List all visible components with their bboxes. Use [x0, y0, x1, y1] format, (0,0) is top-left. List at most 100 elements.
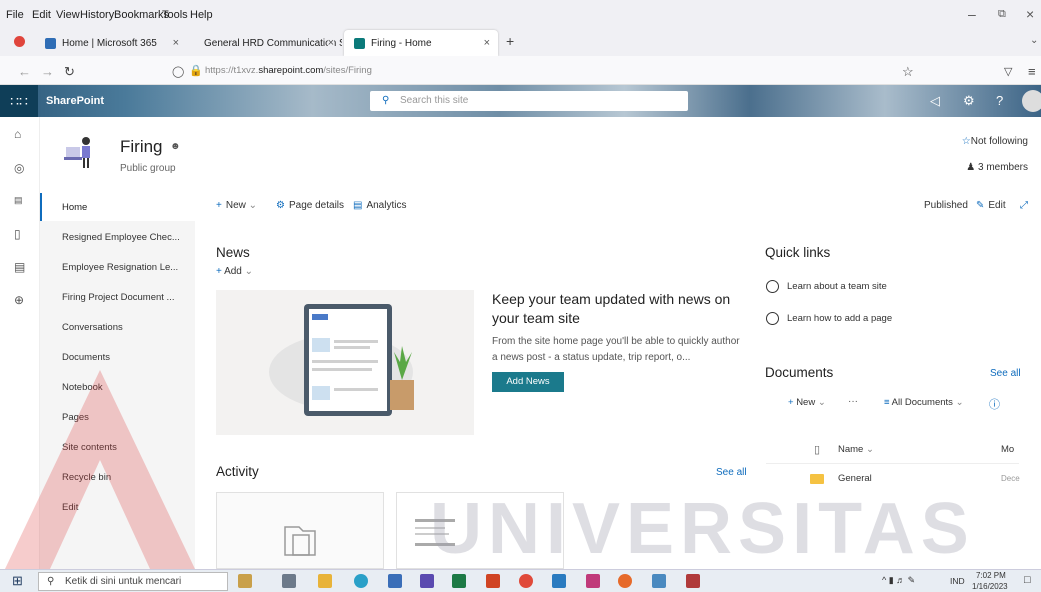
- app-icon[interactable]: [420, 574, 434, 588]
- url-field[interactable]: https://t1xvz.sharepoint.com/sites/Firin…: [205, 65, 372, 76]
- menu-bookmarks[interactable]: Bookmarks: [114, 9, 169, 21]
- app-icon[interactable]: [552, 574, 566, 588]
- app-launcher-icon[interactable]: ∷∷: [0, 85, 38, 117]
- back-icon[interactable]: ←: [18, 64, 31, 79]
- lock-icon[interactable]: 🔒: [189, 64, 203, 77]
- members-button[interactable]: ♟ 3 members: [966, 162, 1028, 173]
- star-icon: ☆: [961, 136, 971, 147]
- store-icon[interactable]: [388, 574, 402, 588]
- file-type-icon: ▯: [814, 444, 821, 456]
- firefox-icon[interactable]: [618, 574, 632, 588]
- widgets-icon[interactable]: [238, 574, 252, 588]
- edge-icon[interactable]: [354, 574, 368, 588]
- shield-icon[interactable]: ◯: [172, 65, 184, 78]
- globe-icon[interactable]: ◎: [14, 161, 24, 175]
- tab-microsoft-365[interactable]: Home | Microsoft 365 ×: [35, 30, 187, 56]
- megaphone-icon[interactable]: ◁: [930, 93, 940, 109]
- search-icon: ⚲: [382, 95, 390, 106]
- clock-time[interactable]: 7:02 PM: [976, 571, 1006, 580]
- avatar[interactable]: [1022, 90, 1041, 112]
- gear-icon: ⚙: [276, 200, 285, 211]
- nav-item-resigned-employee[interactable]: Resigned Employee Chec...: [62, 232, 180, 243]
- close-tab-icon[interactable]: ×: [327, 37, 334, 49]
- nav-item-firing-project[interactable]: Firing Project Document ...: [62, 292, 174, 303]
- nav-item-conversations[interactable]: Conversations: [62, 322, 123, 333]
- home-icon[interactable]: ⌂: [14, 127, 21, 141]
- activity-card[interactable]: [216, 492, 384, 569]
- add-circle-icon[interactable]: ⊕: [14, 293, 24, 307]
- app-icon[interactable]: [686, 574, 700, 588]
- office-icon[interactable]: [486, 574, 500, 588]
- follow-button[interactable]: ☆Not following: [962, 136, 1028, 147]
- chevron-down-icon: ⌄: [248, 200, 258, 211]
- menu-help[interactable]: Help: [190, 9, 213, 21]
- list-icon[interactable]: ▤: [14, 260, 25, 274]
- tab-general-hrd[interactable]: General HRD Communication S ×: [188, 30, 342, 56]
- person-icon: ♟: [966, 162, 978, 173]
- expand-icon[interactable]: ⤢: [1020, 200, 1028, 211]
- menu-view[interactable]: View: [56, 9, 80, 21]
- menu-edit[interactable]: Edit: [32, 9, 51, 21]
- windows-start-icon[interactable]: ⊞: [12, 573, 23, 589]
- close-window-icon[interactable]: ×: [1026, 6, 1034, 22]
- menu-file[interactable]: File: [6, 9, 24, 21]
- task-view-icon[interactable]: [282, 574, 296, 588]
- plus-icon: +: [788, 397, 797, 408]
- documents-new-button[interactable]: + New ⌄: [788, 397, 826, 408]
- add-news-button[interactable]: Add News: [492, 372, 564, 392]
- restore-icon[interactable]: ⧉: [998, 8, 1006, 21]
- document-name[interactable]: General: [838, 473, 872, 484]
- file-icon[interactable]: ▯: [14, 227, 21, 241]
- tab-firing-home[interactable]: Firing - Home ×: [344, 30, 498, 56]
- app-icon[interactable]: [652, 574, 666, 588]
- reload-icon[interactable]: ↻: [64, 64, 75, 80]
- close-tab-icon[interactable]: ×: [484, 37, 490, 49]
- menu-history[interactable]: History: [80, 9, 114, 21]
- site-type: Public group: [120, 163, 176, 174]
- taskbar-search-input[interactable]: ⚲ Ketik di sini untuk mencari: [38, 572, 228, 591]
- close-tab-icon[interactable]: ×: [173, 37, 179, 49]
- help-icon[interactable]: ?: [996, 93, 1003, 108]
- taskbar: ⊞ ⚲ Ketik di sini untuk mencari ^ ▮ ♬ ✎ …: [0, 569, 1041, 592]
- nav-item-employee-resignation[interactable]: Employee Resignation Le...: [62, 262, 178, 273]
- minimize-icon[interactable]: –: [968, 6, 976, 22]
- pocket-icon[interactable]: ▽: [1004, 65, 1012, 78]
- new-button[interactable]: + New ⌄: [216, 200, 257, 211]
- info-icon[interactable]: ⓘ: [989, 396, 1000, 412]
- news-icon[interactable]: ▤: [14, 195, 23, 206]
- app-icon[interactable]: [586, 574, 600, 588]
- news-heading: Keep your team updated with news on your…: [492, 291, 731, 326]
- language-indicator[interactable]: IND: [950, 576, 965, 586]
- bookmark-star-icon[interactable]: ☆: [902, 64, 914, 80]
- clock-date[interactable]: 1/16/2023: [972, 582, 1008, 591]
- page-details-button[interactable]: ⚙ Page details: [276, 200, 344, 211]
- quick-link-team-site[interactable]: Learn about a team site: [766, 280, 887, 293]
- edit-button[interactable]: ✎ Edit: [976, 200, 1006, 211]
- search-input[interactable]: ⚲ Search this site: [370, 91, 688, 111]
- tray-icons[interactable]: ^ ▮ ♬ ✎: [882, 575, 915, 586]
- analytics-button[interactable]: ▤ Analytics: [353, 200, 406, 211]
- modified-column-header[interactable]: Mo: [1001, 444, 1014, 455]
- folder-icon: [284, 526, 316, 556]
- view-selector[interactable]: ≡ All Documents ⌄: [884, 397, 964, 408]
- file-explorer-icon[interactable]: [318, 574, 332, 588]
- menu-tools[interactable]: Tools: [162, 9, 188, 21]
- forward-icon[interactable]: →: [41, 64, 54, 79]
- quick-link-add-page[interactable]: Learn how to add a page: [766, 312, 892, 325]
- navigation-bar: ← → ↻ ◯ 🔒 https://t1xvz.sharepoint.com/s…: [0, 56, 1041, 85]
- tab-list-chevron-icon[interactable]: ⌄: [1030, 35, 1038, 46]
- more-options-icon[interactable]: ···: [848, 396, 858, 407]
- sharepoint-title[interactable]: SharePoint: [46, 95, 104, 107]
- firefox-view-icon[interactable]: [14, 36, 25, 47]
- new-tab-button[interactable]: +: [506, 33, 514, 49]
- add-news-dropdown[interactable]: + Add ⌄: [216, 266, 253, 277]
- nav-item-home[interactable]: Home: [62, 202, 87, 213]
- notifications-icon[interactable]: □: [1024, 574, 1031, 586]
- chrome-icon[interactable]: [519, 574, 533, 588]
- hamburger-menu-icon[interactable]: ≡: [1028, 64, 1036, 79]
- name-column-header[interactable]: Name ⌄: [838, 444, 874, 455]
- documents-see-all-link[interactable]: See all: [990, 368, 1021, 379]
- gear-icon[interactable]: ⚙: [963, 93, 975, 109]
- excel-icon[interactable]: [452, 574, 466, 588]
- activity-see-all-link[interactable]: See all: [716, 467, 747, 478]
